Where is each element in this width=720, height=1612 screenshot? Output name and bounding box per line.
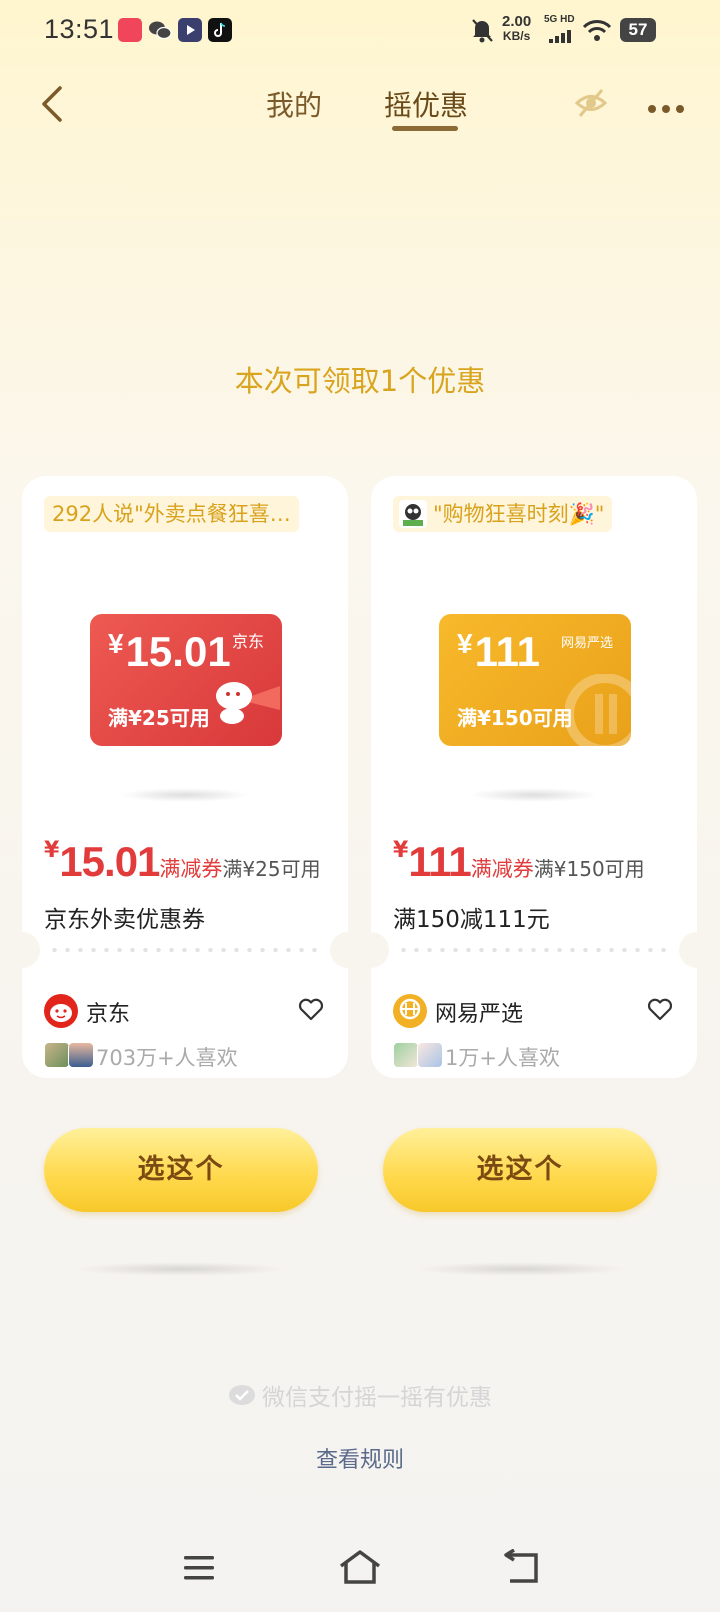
system-nav-bar bbox=[0, 1525, 720, 1612]
tiktok-icon bbox=[208, 18, 232, 42]
heart-icon[interactable] bbox=[647, 998, 673, 1022]
tab-shake-offers[interactable]: 摇优惠 bbox=[384, 84, 468, 124]
wechat-pay-icon bbox=[228, 1384, 256, 1414]
home-icon[interactable] bbox=[338, 1549, 382, 1589]
dotted-divider bbox=[397, 948, 671, 952]
jd-mascot-icon bbox=[210, 670, 280, 734]
coupon-amount: ¥15.01 bbox=[108, 628, 231, 675]
likes-count: 703万+人喜欢 bbox=[96, 1046, 238, 1070]
coupon-shadow bbox=[469, 788, 599, 802]
button-shadow bbox=[416, 1262, 626, 1276]
mute-bell-icon bbox=[470, 16, 494, 48]
app-notification-icon bbox=[118, 18, 142, 42]
yanxuan-logo-icon bbox=[393, 994, 427, 1028]
liker-avatars bbox=[393, 1042, 443, 1068]
avatar bbox=[68, 1042, 94, 1068]
coupon-brand: 京东 bbox=[231, 632, 264, 651]
back-arrow-icon[interactable] bbox=[36, 84, 72, 124]
signal-label: 5G HD bbox=[544, 14, 575, 25]
brand-name: 京东 bbox=[86, 1002, 131, 1027]
liker-avatars bbox=[44, 1042, 94, 1068]
coupon-amount: ¥111 bbox=[457, 628, 541, 675]
dotted-divider bbox=[48, 948, 322, 952]
view-rules-link[interactable]: 查看规则 bbox=[0, 1442, 720, 1474]
status-bar: 13:51 2.00 KB/s 5G HD 57 bbox=[0, 0, 720, 62]
wechat-icon bbox=[148, 18, 172, 46]
wifi-icon bbox=[582, 18, 612, 46]
return-icon[interactable] bbox=[502, 1548, 540, 1589]
avatar bbox=[44, 1042, 70, 1068]
status-time: 13:51 bbox=[44, 14, 115, 44]
battery-icon: 57 bbox=[620, 18, 656, 42]
footer-brand: 微信支付摇一摇有优惠 bbox=[0, 1378, 720, 1414]
button-shadow bbox=[76, 1262, 286, 1276]
headline: 本次可领取1个优惠 bbox=[234, 364, 486, 398]
card-notch bbox=[4, 932, 40, 968]
brand-name: 网易严选 bbox=[435, 1002, 524, 1027]
offer-price: ¥111满减券满¥150可用 bbox=[393, 838, 645, 885]
video-app-icon bbox=[178, 18, 202, 42]
avatar bbox=[393, 1042, 419, 1068]
coupon-image: ¥111 网易严选 满¥150可用 bbox=[439, 614, 631, 746]
yanxuan-watermark-icon bbox=[564, 673, 631, 746]
offer-price: ¥15.01满减券满¥25可用 bbox=[44, 838, 321, 885]
offer-card-jd[interactable]: 292人说"外卖点餐狂喜… ¥15.01 京东 满¥25可用 ¥15.01满减券… bbox=[4, 476, 366, 1078]
offer-card-yanxuan[interactable]: "购物狂喜时刻🎉" ¥111 网易严选 满¥150可用 ¥111满减券满¥150… bbox=[353, 476, 715, 1078]
likes-count: 1万+人喜欢 bbox=[445, 1046, 560, 1070]
card-notch bbox=[353, 932, 389, 968]
offer-title: 满150减111元 bbox=[393, 907, 550, 933]
tagline-avatar-icon bbox=[399, 500, 427, 528]
coupon-shadow bbox=[120, 788, 250, 802]
network-speed: 2.00 KB/s bbox=[502, 13, 532, 43]
choose-button-yanxuan[interactable]: 选这个 bbox=[383, 1128, 657, 1212]
avatar bbox=[417, 1042, 443, 1068]
choose-button-jd[interactable]: 选这个 bbox=[44, 1128, 318, 1212]
offer-title: 京东外卖优惠券 bbox=[44, 907, 205, 933]
menu-icon[interactable] bbox=[182, 1553, 216, 1587]
signal-icon bbox=[548, 28, 574, 47]
coupon-condition: 满¥25可用 bbox=[108, 706, 210, 730]
heart-icon[interactable] bbox=[298, 998, 324, 1022]
more-icon[interactable] bbox=[648, 98, 690, 117]
jd-logo-icon bbox=[44, 994, 78, 1028]
card-notch bbox=[679, 932, 715, 968]
coupon-condition: 满¥150可用 bbox=[457, 706, 573, 730]
coupon-image: ¥15.01 京东 满¥25可用 bbox=[90, 614, 282, 746]
coupon-brand: 网易严选 bbox=[560, 636, 613, 651]
tab-my[interactable]: 我的 bbox=[266, 84, 322, 124]
offer-tagline: 292人说"外卖点餐狂喜… bbox=[44, 496, 299, 532]
active-tab-indicator bbox=[392, 126, 458, 131]
eye-hidden-icon[interactable] bbox=[574, 86, 608, 120]
